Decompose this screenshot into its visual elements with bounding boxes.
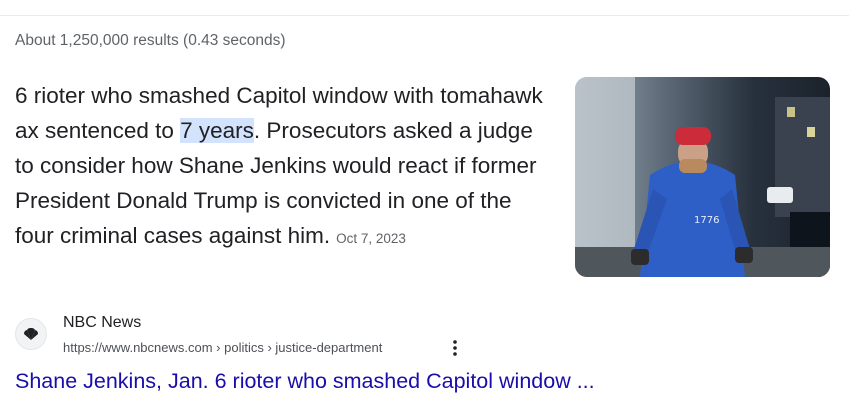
header-divider	[0, 15, 849, 16]
result-title-link[interactable]: Shane Jenkins, Jan. 6 rioter who smashed…	[15, 369, 595, 394]
snippet-highlight: 7 years	[180, 118, 254, 143]
featured-snippet: 6 rioter who smashed Capitol window with…	[15, 78, 555, 256]
featured-thumbnail[interactable]: 1776	[575, 77, 830, 277]
shirt-caption: 1776	[694, 215, 719, 226]
result-stats: About 1,250,000 results (0.43 seconds)	[15, 32, 286, 49]
nbc-peacock-icon	[15, 318, 47, 350]
source-url[interactable]: https://www.nbcnews.com › politics › jus…	[63, 340, 382, 355]
more-vert-icon[interactable]	[448, 338, 462, 358]
snippet-date: Oct 7, 2023	[336, 231, 406, 246]
source-site-name: NBC News	[63, 314, 142, 331]
